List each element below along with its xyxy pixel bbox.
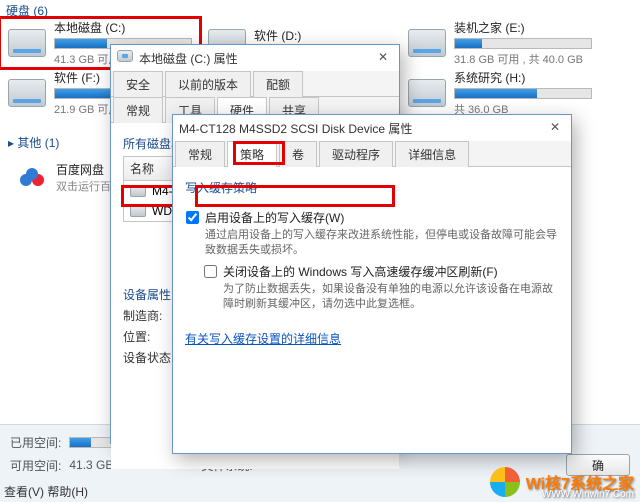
disk-icon — [130, 185, 146, 197]
close-icon[interactable]: ✕ — [373, 49, 393, 65]
checkbox-enable-write-cache[interactable]: 启用设备上的写入缓存(W) 通过启用设备上的写入缓存来改进系统性能，但停电或设备… — [186, 209, 558, 259]
baidu-title: 百度网盘 — [56, 161, 111, 178]
checkbox-description: 通过启用设备上的写入缓存来改进系统性能，但停电或设备故障可能会导致数据丢失或损坏… — [205, 228, 558, 259]
tab-general[interactable]: 常规 — [175, 141, 225, 167]
section-title-drives: 硬盘 (6) — [6, 2, 48, 19]
free-space-label: 可用空间: — [10, 457, 61, 474]
checkbox-disable-buffer-flush[interactable]: 关闭设备上的 Windows 写入高速缓存缓冲区刷新(F) 为了防止数据丢失，如… — [204, 263, 558, 313]
menu-bar[interactable]: 查看(V) 帮助(H) — [4, 483, 88, 500]
section-other: ▸ 其他 (1) 百度网盘 双击运行百 — [0, 130, 127, 200]
tab-strip: 安全 以前的版本 配额 — [111, 71, 399, 97]
checkbox-input[interactable] — [204, 265, 217, 278]
baidu-netdisk-item[interactable]: 百度网盘 双击运行百 — [0, 155, 127, 200]
write-cache-policy-title: 写入缓存策略 — [185, 179, 559, 196]
hard-disk-icon — [8, 79, 46, 107]
checkbox-description: 为了防止数据丢失，如果设备没有单独的电源以允许该设备在电源故障时刷新其缓冲区，请… — [223, 282, 558, 313]
disk-icon — [130, 205, 146, 217]
tab-security[interactable]: 安全 — [113, 71, 163, 97]
baidu-sub: 双击运行百 — [56, 178, 111, 194]
drive-label: 软件 (D:) — [254, 27, 392, 44]
free-space-value: 41.3 GB — [69, 458, 113, 472]
hard-disk-icon — [408, 79, 446, 107]
drive-usage-bar — [454, 38, 592, 49]
other-label: 其他 (1) — [17, 136, 59, 150]
tab-driver[interactable]: 驱动程序 — [319, 141, 393, 167]
link-cache-settings-info[interactable]: 有关写入缓存设置的详细信息 — [185, 330, 341, 347]
drive-usage-bar — [454, 88, 592, 99]
drive-sublabel: 31.8 GB 可用 , 共 40.0 GB — [454, 51, 592, 67]
tab-strip: 常规 策略 卷 驱动程序 详细信息 — [173, 141, 571, 167]
dialog-device-properties: M4-CT128 M4SSD2 SCSI Disk Device 属性 ✕ 常规… — [172, 114, 572, 454]
used-space-label: 已用空间: — [10, 434, 61, 451]
tab-previous-versions[interactable]: 以前的版本 — [165, 71, 251, 97]
drive-h[interactable]: 系统研究 (H:) 共 36.0 GB — [400, 68, 600, 118]
tab-policy[interactable]: 策略 — [227, 141, 277, 167]
baidu-cloud-icon — [16, 162, 48, 194]
section-title-other: ▸ 其他 (1) — [0, 130, 127, 155]
close-icon[interactable]: ✕ — [545, 119, 565, 135]
checkbox-input[interactable] — [186, 211, 199, 224]
ok-button-truncated[interactable]: 确 — [566, 454, 630, 476]
drive-label: 本地磁盘 (C:) — [54, 19, 192, 36]
hard-disk-icon — [408, 29, 446, 57]
checkbox-label: 关闭设备上的 Windows 写入高速缓存缓冲区刷新(F) — [223, 263, 558, 280]
drive-e[interactable]: 装机之家 (E:) 31.8 GB 可用 , 共 40.0 GB — [400, 18, 600, 68]
dialog-title: 本地磁盘 (C:) 属性 — [139, 50, 393, 67]
hard-disk-icon — [8, 29, 46, 57]
tab-general[interactable]: 常规 — [113, 97, 163, 123]
drive-label: 系统研究 (H:) — [454, 69, 592, 86]
drive-label: 装机之家 (E:) — [454, 19, 592, 36]
hard-disk-icon — [117, 50, 133, 66]
checkbox-label: 启用设备上的写入缓存(W) — [205, 209, 558, 226]
tab-quota[interactable]: 配额 — [253, 71, 303, 97]
tab-volumes[interactable]: 卷 — [279, 141, 317, 167]
dialog-title: M4-CT128 M4SSD2 SCSI Disk Device 属性 — [179, 120, 565, 137]
tab-details[interactable]: 详细信息 — [395, 141, 469, 167]
